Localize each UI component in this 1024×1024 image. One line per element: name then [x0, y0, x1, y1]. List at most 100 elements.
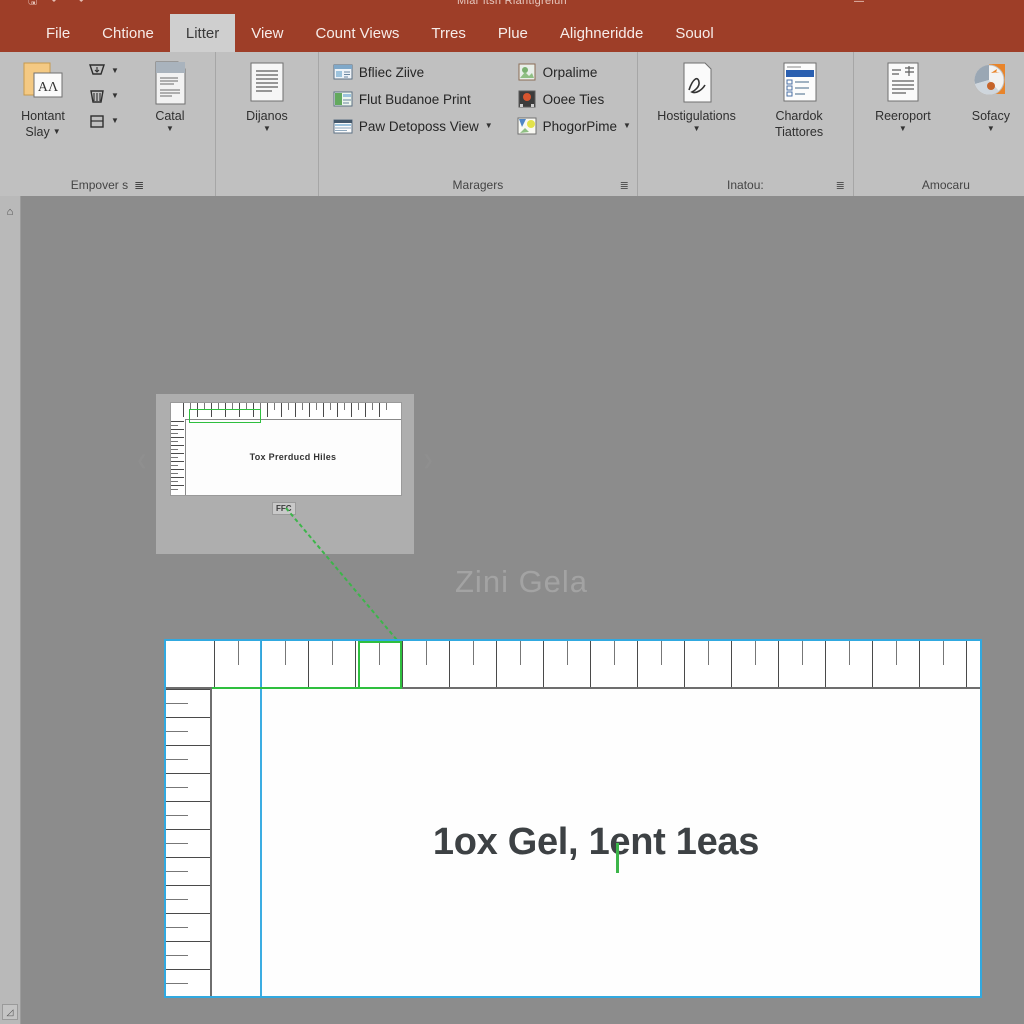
chevron-down-icon[interactable]: ▼ [899, 125, 907, 133]
bin-button[interactable]: ▼ [86, 85, 119, 107]
title-bar: 🖫 ↶ ↷ Miar itsn Rlantigrelun — [0, 0, 1024, 14]
window-title: Miar itsn Rlantigrelun [457, 0, 567, 7]
catal-label: Catal [155, 109, 185, 123]
tray-icon [86, 110, 108, 132]
thumbnail-vertical-ruler [171, 419, 186, 495]
empovers-group-label: Empover s [70, 178, 129, 192]
ruler-indent-selection[interactable] [358, 641, 402, 689]
tab-file[interactable]: File [30, 14, 86, 52]
expand-icon[interactable]: ◿ [2, 1004, 18, 1020]
tab-view[interactable]: View [235, 14, 299, 52]
tiattores-label: Tiattores [774, 125, 824, 139]
paw-detoposs-view-label: Paw Detoposs View [358, 118, 479, 134]
media-red-icon [517, 89, 537, 109]
dijanos-group-footer [216, 174, 318, 196]
dijanos-label: Dijanos [246, 109, 288, 123]
thumbnail-selection-box [189, 409, 261, 423]
text-caret [615, 843, 619, 873]
paint-icon [517, 116, 537, 136]
bfliec-ziive-button[interactable]: Bfliec Ziive [333, 62, 493, 82]
slide-title-label: 1ox Gel, 1ent 1eas [432, 821, 760, 863]
horizontal-ruler[interactable] [166, 641, 980, 689]
chardok-tiattores-button[interactable]: Chardok Tiattores [751, 58, 847, 139]
thumbnail-title: Tox Prerducd Hiles [249, 452, 337, 462]
slide-title-text[interactable]: 1ox Gel, 1ent 1eas [432, 821, 760, 873]
tab-chtione[interactable]: Chtione [86, 14, 170, 52]
tray-button[interactable]: ▼ [86, 110, 119, 132]
report-page-icon [883, 58, 923, 108]
maragers-column-2: Orpalime Ooee Ties PhogorPime ▼ [517, 58, 631, 136]
ffc-badge: FFC [272, 502, 296, 515]
chevron-down-icon[interactable]: ▼ [987, 125, 995, 133]
svg-text:AΛ: AΛ [38, 80, 59, 95]
ribbon-group-amocaru: Reeroport ▼ Sofacy ▼ Amocaru [854, 52, 1024, 196]
dialog-launcher-icon[interactable]: ≣ [620, 179, 629, 192]
ribbon-tab-strip: File Chtione Litter View Count Views Trres Plu… [0, 14, 1024, 52]
chevron-down-icon[interactable]: ▼ [623, 122, 631, 130]
tab-trres[interactable]: Trres [415, 14, 481, 52]
cup-icon [86, 60, 108, 82]
bin-icon [86, 85, 108, 107]
watermark-text: Zini Gela [455, 564, 589, 599]
cup-button[interactable]: ▼ [86, 60, 119, 82]
lines-page-icon [245, 58, 289, 108]
catal-button[interactable]: Catal ▼ [131, 58, 209, 133]
bfliec-ziive-label: Bfliec Ziive [358, 64, 425, 80]
document-page-icon [149, 58, 191, 108]
font-page-icon: AΛ [20, 58, 66, 108]
ribbon-group-inatou: Hostigulations ▼ Chardok Tiattores Inato… [638, 52, 854, 196]
chevron-down-icon[interactable]: ▼ [111, 92, 119, 100]
ooee-ties-button[interactable]: Ooee Ties [517, 89, 631, 109]
dijanos-button[interactable]: Dijanos ▼ [222, 58, 312, 133]
phogorpime-label: PhogorPime [542, 118, 617, 134]
chevron-down-icon[interactable]: ▼ [53, 128, 61, 136]
chevron-down-icon[interactable]: ▼ [485, 122, 493, 130]
left-rail: ⌂ ◿ [0, 196, 21, 1024]
amocaru-group-label: Amocaru [921, 178, 970, 192]
tab-count-views[interactable]: Count Views [299, 14, 415, 52]
chevron-down-icon[interactable]: ▼ [111, 117, 119, 125]
maragers-group-footer: Maragers ≣ [319, 174, 637, 196]
home-icon[interactable]: ⌂ [2, 204, 18, 220]
flut-budanoe-print-button[interactable]: Flut Budanoe Print [333, 89, 493, 109]
tab-plue[interactable]: Plue [482, 14, 544, 52]
pie-color-icon [969, 58, 1013, 108]
slide-content-area[interactable]: 1ox Gel, 1ent 1eas [212, 689, 980, 996]
orpalime-button[interactable]: Orpalime [517, 62, 631, 82]
chevron-down-icon[interactable]: ▼ [166, 125, 174, 133]
amocaru-group-footer: Amocaru [854, 174, 1024, 196]
tab-souol[interactable]: Souol [659, 14, 729, 52]
reeroport-label: Reeroport [875, 109, 931, 123]
vertical-guide[interactable] [260, 641, 262, 996]
empovers-group-footer: Empover s ≣ [0, 174, 215, 196]
minimize-icon[interactable]: — [854, 0, 864, 7]
chevron-down-icon[interactable]: ▼ [111, 67, 119, 75]
thumbnail-preview[interactable]: Tox Prerducd Hiles [170, 402, 402, 496]
empovers-small-buttons: ▼ ▼ ▼ [86, 58, 119, 132]
list-window-icon [778, 58, 820, 108]
sofacy-button[interactable]: Sofacy ▼ [950, 58, 1024, 133]
phogorpime-button[interactable]: PhogorPime ▼ [517, 116, 631, 136]
thumbnail-card: ❮ ❯ Tox Prerducd Hiles FFC [136, 394, 434, 554]
hostigulations-button[interactable]: Hostigulations ▼ [644, 58, 749, 133]
inatou-group-footer: Inatou: ≣ [638, 174, 853, 196]
tab-alighneridde[interactable]: Alighneridde [544, 14, 659, 52]
signature-page-icon [676, 58, 718, 108]
dialog-launcher-icon[interactable]: ≣ [836, 179, 845, 192]
ribbon-group-dijanos: Dijanos ▼ [216, 52, 319, 196]
arrow-left-icon[interactable]: ❮ [136, 452, 148, 469]
tab-litter[interactable]: Litter [169, 14, 236, 52]
reeroport-button[interactable]: Reeroport ▼ [862, 58, 944, 133]
paw-detoposs-view-button[interactable]: Paw Detoposs View ▼ [333, 116, 493, 136]
chevron-down-icon[interactable]: ▼ [263, 125, 271, 133]
ruler-left-margin [166, 641, 262, 687]
slide-canvas[interactable]: 1ox Gel, 1ent 1eas [164, 639, 982, 998]
chevron-down-icon[interactable]: ▼ [693, 125, 701, 133]
maragers-column-1: Bfliec Ziive Flut Budanoe Print Paw Deto… [333, 58, 493, 136]
photo-icon [517, 62, 537, 82]
hontant-button[interactable]: AΛ Hontant Slay ▼ [6, 58, 80, 139]
ribbon: AΛ Hontant Slay ▼ ▼ ▼ ▼ Catal ▼ Empover … [0, 52, 1024, 197]
vertical-ruler[interactable] [166, 689, 212, 996]
arrow-right-icon[interactable]: ❯ [422, 452, 434, 469]
dialog-launcher-icon[interactable]: ≣ [134, 178, 144, 192]
